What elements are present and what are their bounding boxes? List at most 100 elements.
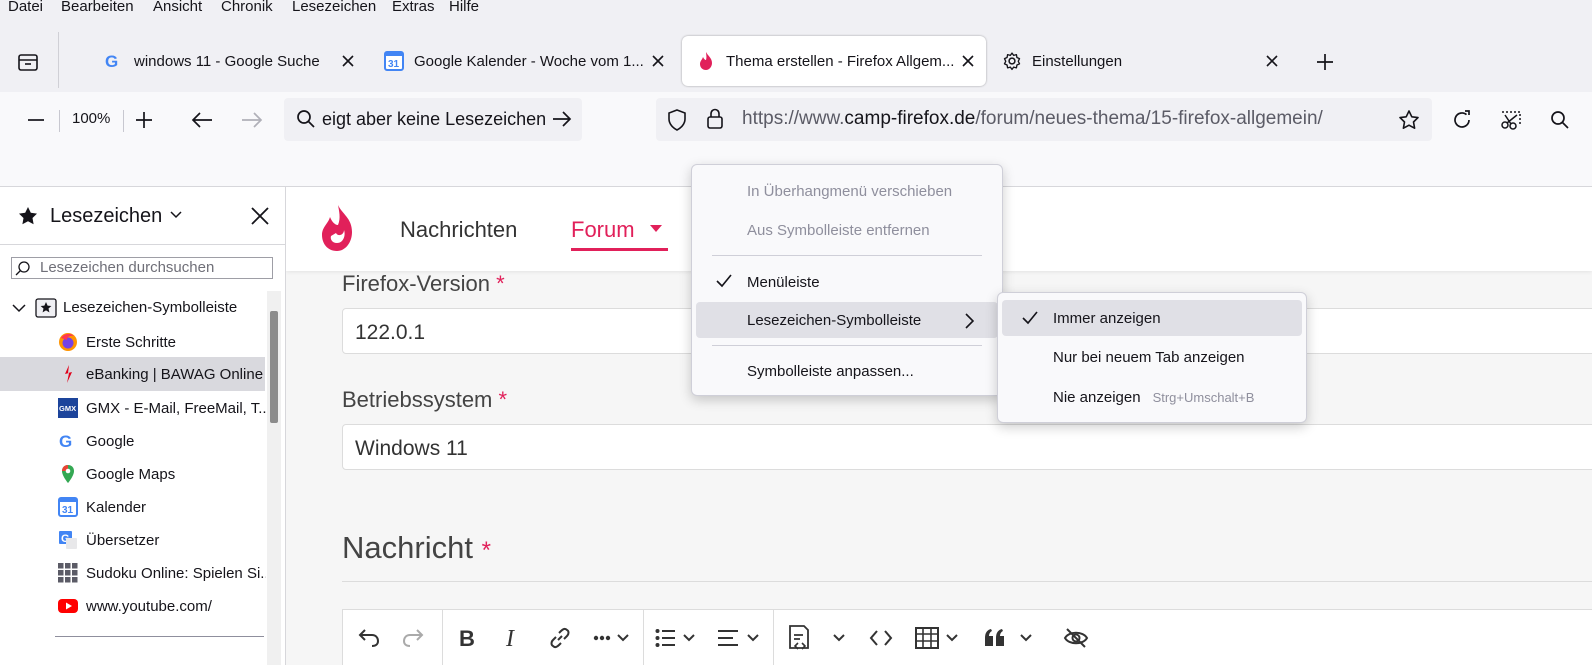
more-options-icon[interactable] <box>593 631 633 645</box>
close-tab-icon[interactable] <box>1260 49 1284 73</box>
quote-icon[interactable] <box>983 626 1039 650</box>
zoom-out-minus-icon[interactable] <box>21 105 51 135</box>
chevron-down-icon[interactable] <box>170 211 182 219</box>
toolbar-divider <box>442 610 443 665</box>
tab-google-calendar[interactable]: 31 Google Kalender - Woche vom 1... <box>370 36 676 86</box>
bookmark-item[interactable]: www.youtube.com/ <box>58 591 266 621</box>
scrollbar-thumb[interactable] <box>270 311 278 423</box>
search-placeholder: Lesezeichen durchsuchen <box>40 259 215 276</box>
table-icon[interactable] <box>915 626 965 650</box>
search-icon <box>15 261 30 276</box>
bookmark-item[interactable]: eBanking | BAWAG Online <box>58 359 266 389</box>
code-block-icon[interactable] <box>787 624 849 652</box>
tab-title: Thema erstellen - Firefox Allgem... <box>726 52 955 70</box>
bawag-icon <box>65 365 72 383</box>
code-icon[interactable] <box>869 628 893 648</box>
tab-thema-erstellen[interactable]: Thema erstellen - Firefox Allgem... <box>682 36 986 86</box>
bookmark-star-icon[interactable] <box>1398 109 1420 131</box>
menu-separator <box>712 345 982 346</box>
sidebar-scrollbar[interactable] <box>267 291 281 665</box>
submenu-item-never-show[interactable]: Nie anzeigen Strg+Umschalt+B <box>1002 379 1302 415</box>
menu-extras[interactable]: Extras <box>392 0 435 15</box>
menu-item-menubar[interactable]: Menüleiste <box>696 264 998 300</box>
bookmark-search-input[interactable]: Lesezeichen durchsuchen <box>11 257 273 279</box>
close-tab-icon[interactable] <box>646 49 670 73</box>
chevron-down-icon[interactable] <box>12 303 26 313</box>
toolbar-context-menu: In Überhangmenü verschieben Aus Symbolle… <box>691 164 1003 396</box>
bold-icon[interactable]: B <box>457 626 479 650</box>
bookmark-separator <box>55 636 264 637</box>
search-icon[interactable] <box>1545 105 1575 135</box>
submenu-item-new-tab-only[interactable]: Nur bei neuem Tab anzeigen <box>1002 339 1302 375</box>
tab-manager-icon[interactable] <box>13 47 43 77</box>
toolbar-divider <box>643 610 644 665</box>
search-go-arrow-icon[interactable] <box>552 110 572 128</box>
close-sidebar-icon[interactable] <box>250 206 270 226</box>
svg-text:G: G <box>105 52 118 71</box>
reload-icon[interactable] <box>1447 105 1477 135</box>
tab-title: Google Kalender - Woche vom 1... <box>414 52 644 70</box>
tab-google-search[interactable]: G windows 11 - Google Suche <box>70 36 366 86</box>
text-align-icon[interactable] <box>717 628 763 648</box>
undo-icon[interactable] <box>357 627 381 647</box>
camp-firefox-icon <box>700 52 712 70</box>
svg-text:GMX: GMX <box>59 404 76 413</box>
nav-forum[interactable]: Forum <box>571 217 635 243</box>
url-text[interactable]: https://www.camp-firefox.de/forum/neues-… <box>742 108 1323 130</box>
close-tab-icon[interactable] <box>336 49 360 73</box>
lock-icon[interactable] <box>706 108 724 130</box>
italic-icon[interactable]: I <box>503 626 521 650</box>
bookmark-label: eBanking | BAWAG Online <box>86 365 264 383</box>
checkmark-icon <box>716 274 732 288</box>
eye-slash-icon[interactable] <box>1063 626 1089 650</box>
bookmark-item[interactable]: G Google <box>58 426 266 456</box>
betriebssystem-input[interactable]: Windows 11 <box>342 424 1592 470</box>
url-prefix: https://www. <box>742 108 845 129</box>
sidebar-title[interactable]: Lesezeichen <box>50 205 162 228</box>
forward-arrow-icon[interactable] <box>237 105 267 135</box>
calendar-icon: 31 <box>58 497 78 517</box>
menu-bearbeiten[interactable]: Bearbeiten <box>61 0 134 15</box>
zoom-divider <box>123 110 124 132</box>
close-tab-icon[interactable] <box>956 49 980 73</box>
bookmark-item[interactable]: Sudoku Online: Spielen Si... <box>58 558 266 588</box>
search-input-text[interactable]: eigt aber keine Lesezeichen <box>322 109 546 130</box>
nav-nachrichten[interactable]: Nachrichten <box>400 217 517 243</box>
menu-datei[interactable]: Datei <box>8 0 43 15</box>
screenshot-icon[interactable] <box>1496 105 1526 135</box>
submenu-item-always-show[interactable]: Immer anzeigen <box>1002 300 1302 336</box>
caret-down-icon[interactable] <box>650 225 662 233</box>
label-text: Firefox-Version <box>342 271 490 296</box>
redo-icon[interactable] <box>401 627 425 647</box>
bookmarks-toolbar-folder[interactable]: Lesezeichen-Symbolleiste <box>63 299 237 316</box>
bullet-list-icon[interactable] <box>655 628 699 648</box>
tab-einstellungen[interactable]: Einstellungen <box>990 36 1290 86</box>
menu-item-bookmarks-toolbar[interactable]: Lesezeichen-Symbolleiste <box>696 302 998 338</box>
required-marker: * <box>498 387 508 412</box>
menu-hilfe[interactable]: Hilfe <box>449 0 479 15</box>
bookmark-item[interactable]: GMX GMX - E-Mail, FreeMail, T... <box>58 393 266 423</box>
menu-ansicht[interactable]: Ansicht <box>153 0 202 15</box>
menu-item-move-overflow[interactable]: In Überhangmenü verschieben <box>696 173 998 209</box>
menu-item-remove-from-toolbar[interactable]: Aus Symbolleiste entfernen <box>696 212 998 248</box>
camp-firefox-logo[interactable] <box>316 203 360 253</box>
zoom-in-plus-icon[interactable] <box>129 105 159 135</box>
url-bar[interactable]: https://www.camp-firefox.de/forum/neues-… <box>656 98 1432 141</box>
shield-icon[interactable] <box>667 109 687 131</box>
bookmark-item[interactable]: 31 Kalender <box>58 492 266 522</box>
search-bar[interactable]: eigt aber keine Lesezeichen <box>284 98 582 141</box>
new-tab-plus-icon[interactable] <box>1310 47 1340 77</box>
back-arrow-icon[interactable] <box>187 105 217 135</box>
url-domain: camp-firefox.de <box>844 108 976 129</box>
link-icon[interactable] <box>548 626 572 650</box>
menu-lesezeichen[interactable]: Lesezeichen <box>292 0 376 15</box>
bookmark-item[interactable]: Google Maps <box>58 459 266 489</box>
bookmark-item[interactable]: Erste Schritte <box>58 327 266 357</box>
menu-item-customize-toolbar[interactable]: Symbolleiste anpassen... <box>696 353 998 389</box>
zoom-level[interactable]: 100% <box>72 110 110 127</box>
label-text: Betriebssystem <box>342 387 493 412</box>
menu-chronik[interactable]: Chronik <box>221 0 273 15</box>
google-icon: G <box>105 52 118 71</box>
bookmark-item[interactable]: G Übersetzer <box>58 525 266 555</box>
bookmarks-toolbar-folder-icon <box>35 298 57 318</box>
